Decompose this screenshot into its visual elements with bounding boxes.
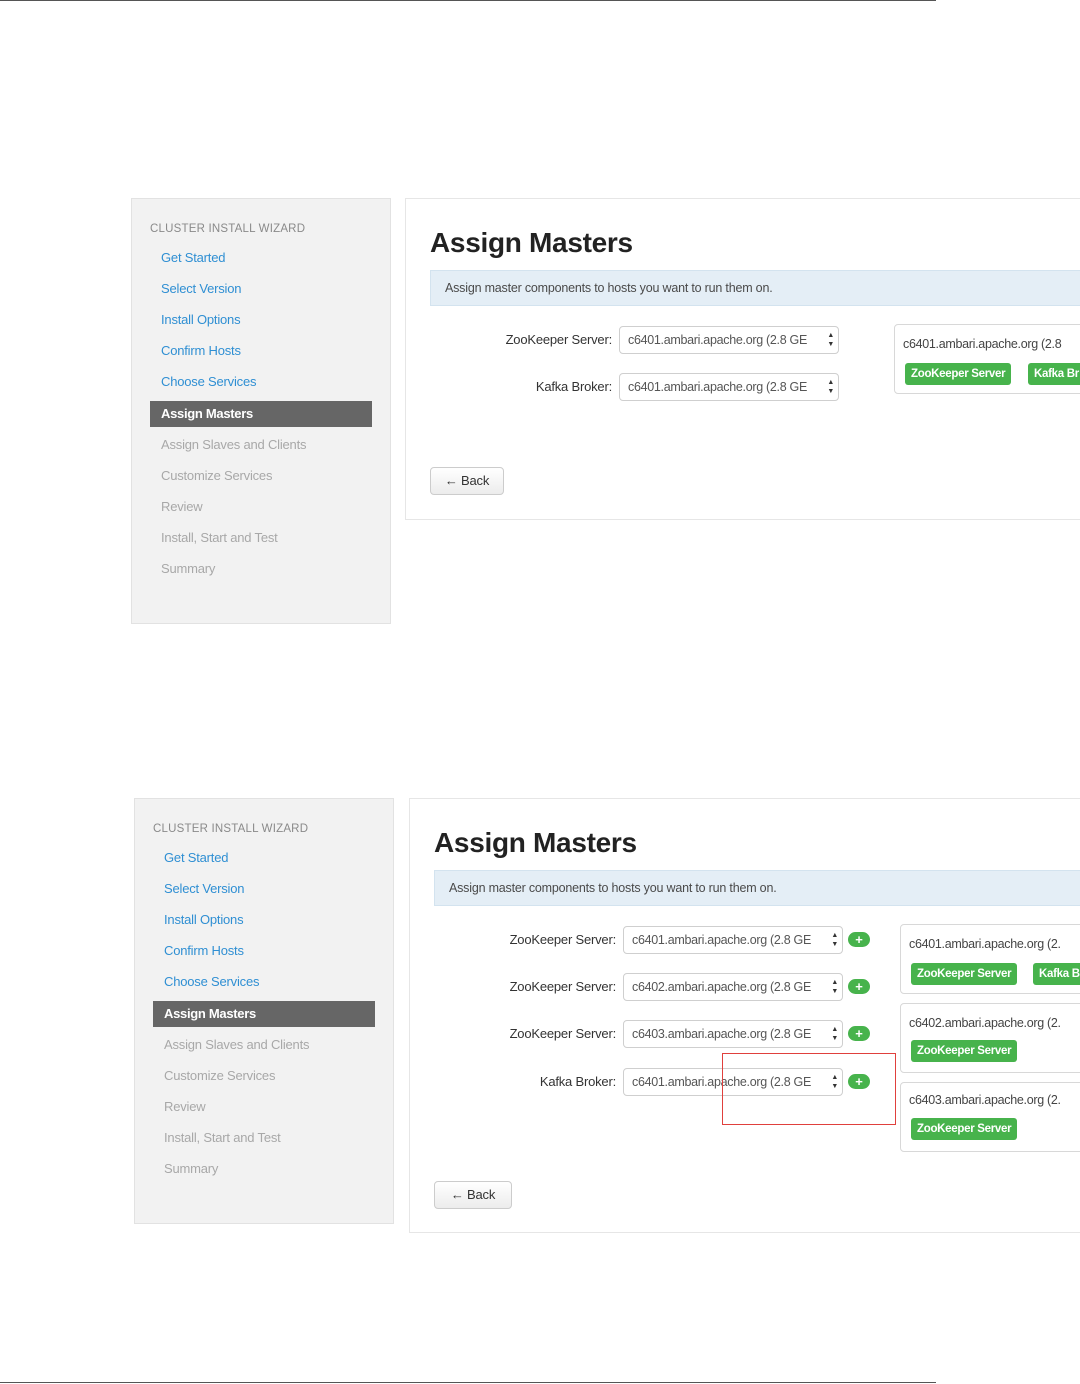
step-get-started[interactable]: Get Started bbox=[164, 850, 228, 865]
assign-masters-panel: Assign Masters Assign master components … bbox=[405, 198, 1080, 520]
step-select-version[interactable]: Select Version bbox=[164, 881, 245, 896]
plus-icon[interactable]: + bbox=[848, 932, 870, 947]
step-customize-services: Customize Services bbox=[161, 468, 273, 483]
component-tag: Kafka Br bbox=[1028, 363, 1080, 385]
info-alert: Assign master components to hosts you wa… bbox=[434, 870, 1080, 906]
component-tag: ZooKeeper Server bbox=[905, 363, 1012, 385]
step-choose-services[interactable]: Choose Services bbox=[164, 974, 259, 989]
screenshot-assign-masters-before: CLUSTER INSTALL WIZARD Get Started Selec… bbox=[0, 198, 1080, 628]
step-summary: Summary bbox=[164, 1161, 219, 1176]
host-select[interactable]: c6401.ambari.apache.org (2.8 GE ▲ ▼ bbox=[623, 926, 843, 954]
back-button[interactable]: ← Back bbox=[434, 1181, 512, 1209]
sort-caret-icon: ▲ ▼ bbox=[827, 379, 834, 395]
step-install-options[interactable]: Install Options bbox=[164, 912, 244, 927]
step-choose-services[interactable]: Choose Services bbox=[161, 374, 256, 389]
host-name: c6403.ambari.apache.org (2. bbox=[909, 1093, 1061, 1107]
step-install-options[interactable]: Install Options bbox=[161, 312, 241, 327]
row-label: Kafka Broker: bbox=[535, 379, 612, 394]
info-alert: Assign master components to hosts you wa… bbox=[430, 270, 1080, 306]
step-select-version[interactable]: Select Version bbox=[161, 281, 242, 296]
page-top-rule bbox=[0, 0, 936, 1]
host-select-value: c6401.ambari.apache.org (2.8 GE bbox=[628, 333, 808, 347]
host-select[interactable]: c6403.ambari.apache.org (2.8 GE ▲ ▼ bbox=[623, 1020, 843, 1048]
plus-icon[interactable]: + bbox=[848, 1026, 870, 1041]
row-label: ZooKeeper Server: bbox=[509, 1026, 617, 1041]
plus-icon[interactable]: + bbox=[848, 979, 870, 994]
row-label: ZooKeeper Server: bbox=[509, 932, 617, 947]
step-customize-services: Customize Services bbox=[164, 1068, 276, 1083]
component-tag: ZooKeeper Server bbox=[911, 1040, 1018, 1062]
component-tag: ZooKeeper Server bbox=[911, 1118, 1018, 1140]
back-button[interactable]: ← Back bbox=[430, 467, 504, 495]
highlight-box bbox=[722, 1053, 896, 1125]
wizard-title: CLUSTER INSTALL WIZARD bbox=[153, 823, 309, 835]
screenshot-assign-masters-after: CLUSTER INSTALL WIZARD Get Started Selec… bbox=[0, 798, 1080, 1238]
step-summary: Summary bbox=[161, 561, 216, 576]
host-select[interactable]: c6401.ambari.apache.org (2.8 GE ▲ ▼ bbox=[619, 326, 839, 354]
sort-caret-icon: ▲ ▼ bbox=[831, 979, 838, 995]
sort-caret-icon: ▲ ▼ bbox=[831, 1026, 838, 1042]
host-select-value: c6403.ambari.apache.org (2.8 GE bbox=[632, 1027, 812, 1041]
wizard-title: CLUSTER INSTALL WIZARD bbox=[150, 223, 306, 235]
assign-masters-panel: Assign Masters Assign master components … bbox=[409, 798, 1080, 1233]
step-assign-masters-active: Assign Masters bbox=[150, 401, 372, 427]
host-select-value: c6401.ambari.apache.org (2.8 GE bbox=[632, 933, 812, 947]
step-review: Review bbox=[161, 499, 203, 514]
host-card: c6401.ambari.apache.org (2. ZooKeeper Se… bbox=[900, 924, 1080, 994]
row-label: ZooKeeper Server: bbox=[509, 979, 617, 994]
sort-caret-icon: ▲ ▼ bbox=[827, 332, 834, 348]
wizard-sidebar: CLUSTER INSTALL WIZARD Get Started Selec… bbox=[131, 198, 391, 624]
page-title: Assign Masters bbox=[430, 227, 633, 258]
host-select[interactable]: c6402.ambari.apache.org (2.8 GE ▲ ▼ bbox=[623, 973, 843, 1001]
host-card: c6403.ambari.apache.org (2. ZooKeeper Se… bbox=[900, 1082, 1080, 1152]
step-install-start-test: Install, Start and Test bbox=[164, 1130, 281, 1145]
page-title: Assign Masters bbox=[434, 827, 637, 858]
step-assign-slaves: Assign Slaves and Clients bbox=[161, 437, 307, 452]
row-label: Kafka Broker: bbox=[539, 1074, 616, 1089]
step-confirm-hosts[interactable]: Confirm Hosts bbox=[161, 343, 241, 358]
component-tag: ZooKeeper Server bbox=[911, 963, 1018, 985]
step-confirm-hosts[interactable]: Confirm Hosts bbox=[164, 943, 244, 958]
host-select-value: c6401.ambari.apache.org (2.8 GE bbox=[628, 380, 808, 394]
component-tag: Kafka B bbox=[1033, 963, 1080, 985]
host-select-value: c6402.ambari.apache.org (2.8 GE bbox=[632, 980, 812, 994]
host-card: c6401.ambari.apache.org (2.8 ZooKeeper S… bbox=[894, 324, 1080, 394]
host-name: c6401.ambari.apache.org (2. bbox=[909, 937, 1061, 951]
host-select[interactable]: c6401.ambari.apache.org (2.8 GE ▲ ▼ bbox=[619, 373, 839, 401]
host-name: c6402.ambari.apache.org (2. bbox=[909, 1016, 1061, 1030]
wizard-sidebar: CLUSTER INSTALL WIZARD Get Started Selec… bbox=[134, 798, 394, 1224]
step-install-start-test: Install, Start and Test bbox=[161, 530, 278, 545]
step-review: Review bbox=[164, 1099, 206, 1114]
page-bottom-rule bbox=[0, 1382, 936, 1383]
step-assign-slaves: Assign Slaves and Clients bbox=[164, 1037, 310, 1052]
row-label: ZooKeeper Server: bbox=[505, 332, 613, 347]
host-name: c6401.ambari.apache.org (2.8 bbox=[903, 337, 1062, 351]
step-get-started[interactable]: Get Started bbox=[161, 250, 225, 265]
step-assign-masters-active: Assign Masters bbox=[153, 1001, 375, 1027]
sort-caret-icon: ▲ ▼ bbox=[831, 932, 838, 948]
host-card: c6402.ambari.apache.org (2. ZooKeeper Se… bbox=[900, 1003, 1080, 1073]
